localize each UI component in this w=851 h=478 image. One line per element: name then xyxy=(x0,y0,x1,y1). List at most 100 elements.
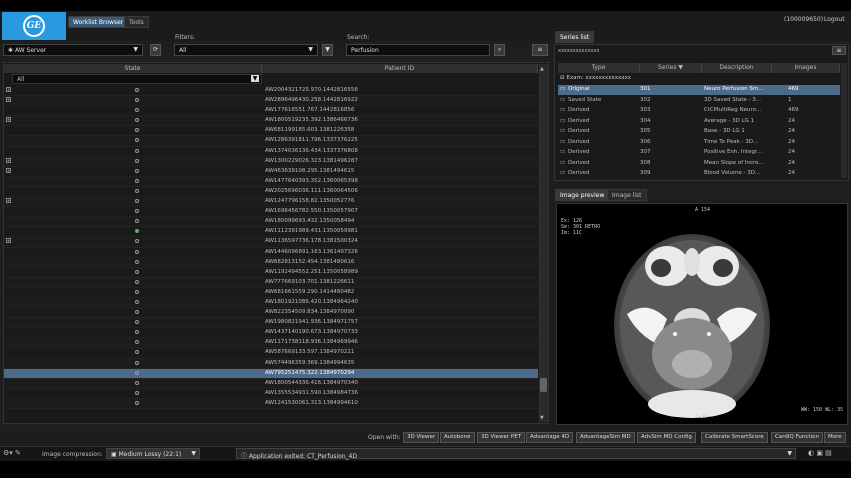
expand-icon[interactable]: + xyxy=(6,117,11,123)
table-row[interactable]: AW180099693.432.1350058494 xyxy=(4,217,538,228)
series-row[interactable]: ▭ Saved State 302 3D Saved State - 3... 1 xyxy=(558,96,840,106)
more-button[interactable]: More xyxy=(824,432,846,443)
overlay-bottom: P 99 xyxy=(695,414,708,420)
overlay-window: WW: 150 WL: 35 xyxy=(801,407,844,413)
table-row[interactable]: AW1477640393.352.1360065398 xyxy=(4,176,538,187)
search-input[interactable]: Perfusion xyxy=(346,44,490,56)
table-row[interactable]: + AW2896496430.258.1442816922 xyxy=(4,96,538,107)
table-row[interactable]: AW1171738118.936.1384969946 xyxy=(4,338,538,349)
table-row[interactable]: AW681661559.290.1414480482 xyxy=(4,288,538,298)
open-3d-viewer-pet-button[interactable]: 3D Viewer PET xyxy=(477,432,526,443)
series-col-description[interactable]: Description xyxy=(702,63,772,73)
table-row[interactable]: AW1801921086.420.1384964240 xyxy=(4,297,538,309)
status-icons[interactable]: ◐ ▣ ▤ xyxy=(808,449,832,457)
series-col-images[interactable]: Images xyxy=(772,63,840,73)
table-row[interactable]: AW1980821941.936.1384971757 xyxy=(4,318,538,329)
state-icon xyxy=(135,158,139,163)
chevron-down-icon: ▼ xyxy=(308,46,313,53)
filter-icon[interactable]: ▼ xyxy=(322,44,333,56)
status-message-box[interactable]: ⓘ Application exited: CT_Perfusion_4D ▼ xyxy=(236,448,796,460)
table-row[interactable]: AW1446096891.163.1361497326 xyxy=(4,248,538,258)
open-autobone-button[interactable]: Autobone xyxy=(440,432,475,443)
refresh-button[interactable]: ⟳ xyxy=(150,44,161,56)
series-row[interactable]: ▭ Derived 309 Blood Volume - 3D... 24 xyxy=(558,169,840,179)
table-row[interactable]: + AW1300229026.323.1381496287 xyxy=(4,156,538,167)
expand-icon[interactable]: + xyxy=(6,157,11,163)
tab-tools[interactable]: Tools xyxy=(124,16,149,28)
table-row[interactable]: AW2025696036.111.1360064506 xyxy=(4,187,538,198)
series-row[interactable]: ▭ Derived 306 Time To Peak - 3D... 24 xyxy=(558,138,840,148)
table-row[interactable]: AW587669133.597.1384970221 xyxy=(4,348,538,359)
table-row[interactable]: + AW1247796158.82.1350052776 xyxy=(4,197,538,208)
series-row[interactable]: ▭ Derived 308 Mean Slope of Incre... 24 xyxy=(558,159,840,169)
series-row[interactable]: ▭ Derived 304 Average - 3D LG 1 24 xyxy=(558,117,840,127)
series-menu-icon[interactable]: ≡ xyxy=(832,46,846,55)
expand-icon[interactable]: + xyxy=(6,97,11,103)
open-calibrate-smartscore-button[interactable]: Calibrate SmartScore xyxy=(701,432,768,443)
table-row[interactable]: AW1696456782.550.1350057907 xyxy=(4,207,538,218)
expand-icon[interactable]: + xyxy=(6,198,11,204)
column-patient-id[interactable]: Patient ID xyxy=(262,64,538,73)
compression-select[interactable]: ▣ Medium Lossy (22:1) ▼ xyxy=(106,448,200,459)
open-3d-viewer-button[interactable]: 3D Viewer xyxy=(403,432,440,443)
table-row[interactable]: + AW2004321725.970.1442816558 xyxy=(4,86,538,97)
table-row[interactable]: AW1800544336.416.1384970340 xyxy=(4,378,538,389)
series-row[interactable]: ▭ Original 301 Neuro Perfusion Sm... 469 xyxy=(558,85,840,95)
series-row[interactable]: ▭ Derived 303 CtCMultiReg Neuro... 469 xyxy=(558,106,840,116)
series-row[interactable]: ▭ Derived 305 Base - 3D LG 1 24 xyxy=(558,127,840,137)
expand-icon[interactable]: + xyxy=(6,167,11,173)
table-row[interactable]: AW1286391811.796.1337376225 xyxy=(4,136,538,147)
scroll-up-icon[interactable]: ▲ xyxy=(540,66,544,72)
patient-id-cell: AW177616551.767.1442816856 xyxy=(265,107,355,114)
open-advsim-md-config-button[interactable]: AdvSim MD Config xyxy=(637,432,696,443)
image-preview: Ex: 126 Se: 301 RETRO Im: 11C A 154 P 99… xyxy=(556,203,848,425)
tab-series-list[interactable]: Series list xyxy=(555,31,595,43)
table-row[interactable]: AW1437140190.673.1384970733 xyxy=(4,328,538,339)
series-col-series[interactable]: Series ▼ xyxy=(640,63,702,73)
worklist-scrollbar[interactable] xyxy=(539,64,548,422)
filter-select[interactable]: All ▼ xyxy=(174,44,318,56)
tab-image-list[interactable]: Image list xyxy=(607,189,647,201)
scroll-down-icon[interactable]: ▼ xyxy=(540,415,544,421)
scrollbar-thumb[interactable] xyxy=(540,378,547,392)
table-row[interactable]: AW177616551.767.1442816856 xyxy=(4,106,538,117)
open-advantagesim-md-button[interactable]: AdvantageSim MD xyxy=(576,432,635,443)
table-row[interactable]: AW682813152.454.1381480616 xyxy=(4,257,538,268)
tab-image-preview[interactable]: Image preview xyxy=(555,189,610,201)
patient-id-cell: AW1477640393.352.1360065398 xyxy=(265,177,358,184)
search-icon[interactable]: ⌕ xyxy=(494,44,505,56)
server-select[interactable]: ✱ AW Server ▼ xyxy=(3,44,143,56)
menu-icon[interactable]: ≡ xyxy=(532,44,548,56)
series-type-icon: ▭ xyxy=(560,128,566,134)
patient-id-cell: AW1171738118.936.1384969946 xyxy=(265,339,358,346)
exam-row[interactable]: ⊟ Exam: xxxxxxxxxxxxxx xyxy=(560,75,631,81)
table-row[interactable]: AW822354509.834.1384970090 xyxy=(4,308,538,319)
open-cardiq-function-button[interactable]: CardIQ Function xyxy=(771,432,823,443)
table-row[interactable]: AW777669103.701.1381226611 xyxy=(4,277,538,288)
table-row[interactable]: AW574496359.369.1384994635 xyxy=(4,358,538,369)
logout-link[interactable]: Logout xyxy=(824,16,845,23)
expand-icon[interactable]: + xyxy=(6,238,11,244)
table-row[interactable]: AW1374036136.434.1337376808 xyxy=(4,147,538,157)
table-row[interactable]: + AW1136597736.178.1381500324 xyxy=(4,237,538,248)
tab-worklist-browser[interactable]: Worklist Browser xyxy=(68,16,129,28)
column-state[interactable]: State xyxy=(4,64,262,73)
expand-icon[interactable]: + xyxy=(6,87,11,92)
table-row[interactable]: + AW1800519235.392.1386466736 xyxy=(4,116,538,127)
open-advantage-4d-button[interactable]: Advantage 4D xyxy=(526,432,574,443)
series-col-type[interactable]: Type xyxy=(558,63,640,73)
settings-icon[interactable]: ⚙▾ ✎ xyxy=(3,449,21,457)
table-row[interactable]: AW1112391989.431.1350059981 xyxy=(4,227,538,238)
patient-id-cell: AW1800544336.416.1384970340 xyxy=(265,379,358,386)
series-scrollbar[interactable] xyxy=(841,63,847,178)
state-icon xyxy=(135,299,139,304)
series-row[interactable]: ▭ Derived 307 Positive Enh. Integr... 24 xyxy=(558,148,840,158)
table-row[interactable]: AW1192494552.251.1350058989 xyxy=(4,268,538,278)
state-filter[interactable]: All ▼ xyxy=(12,74,262,84)
compression-label: Image compression: xyxy=(42,451,103,458)
table-row[interactable]: AW1241530061.313.1384994610 xyxy=(4,398,538,409)
table-row[interactable]: AW795251475.322.1384970294 xyxy=(4,368,538,379)
table-row[interactable]: AW681199185.603.1381226358 xyxy=(4,126,538,137)
table-row[interactable]: + AW463639108.295.1381494615 xyxy=(4,167,538,177)
table-row[interactable]: AW1355534931.590.1384984736 xyxy=(4,389,538,399)
